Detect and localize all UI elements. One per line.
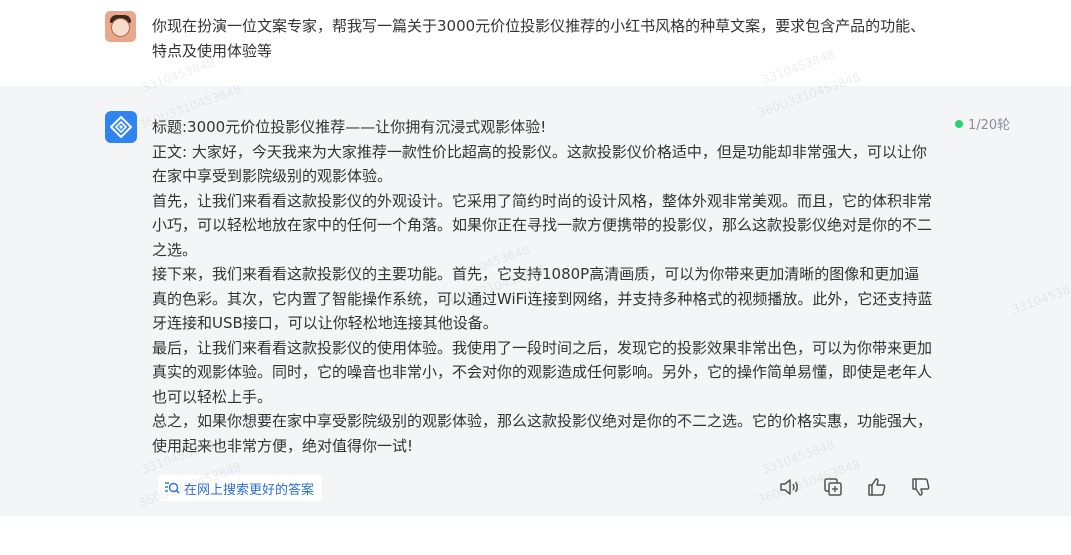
round-counter: 1/20轮 — [955, 116, 1010, 136]
status-dot-icon — [955, 120, 963, 128]
assistant-logo-icon — [110, 116, 132, 138]
assistant-answer: 标题:3000元价位投影仪推荐——让你拥有沉浸式观影体验! 正文: 大家好，今天… — [152, 115, 934, 458]
search-icon — [165, 482, 180, 494]
user-message-text: 你现在扮演一位文案专家，帮我写一篇关于3000元价位投影仪推荐的小红书风格的种草… — [152, 17, 926, 60]
search-better-answer-button[interactable]: 在网上搜索更好的答案 — [158, 475, 323, 501]
answer-paragraph: 接下来，我们来看看这款投影仪的主要功能。首先，它支持1080P高清画质，可以为你… — [152, 265, 933, 332]
answer-paragraph: 最后，让我们来看看这款投影仪的使用体验。我使用了一段时间之后，发现它的投影效果非… — [152, 338, 933, 406]
assistant-avatar — [105, 111, 137, 143]
user-message-row: 你现在扮演一位文案专家，帮我写一篇关于3000元价位投影仪推荐的小红书风格的种草… — [0, 0, 1071, 86]
search-better-answer-label: 在网上搜索更好的答案 — [184, 482, 315, 498]
answer-paragraph: 首先，让我们来看看这款投影仪的外观设计。它采用了简约时尚的设计风格，整体外观非常… — [152, 191, 933, 259]
thumbs-up-icon[interactable] — [866, 476, 888, 498]
round-counter-label: 1/20轮 — [968, 118, 1011, 133]
answer-paragraph: 正文: 大家好，今天我来为大家推荐一款性价比超高的投影仪。这款投影仪价格适中，但… — [152, 142, 927, 186]
answer-title: 标题:3000元价位投影仪推荐——让你拥有沉浸式观影体验! — [152, 118, 547, 136]
answer-paragraph: 总之，如果你想要在家中享受影院级别的观影体验，那么这款投影仪绝对是你的不二之选。… — [152, 412, 933, 455]
user-avatar — [105, 11, 136, 42]
thumbs-down-icon[interactable] — [910, 476, 932, 498]
copy-icon[interactable] — [822, 476, 844, 498]
speaker-icon[interactable] — [778, 476, 800, 498]
